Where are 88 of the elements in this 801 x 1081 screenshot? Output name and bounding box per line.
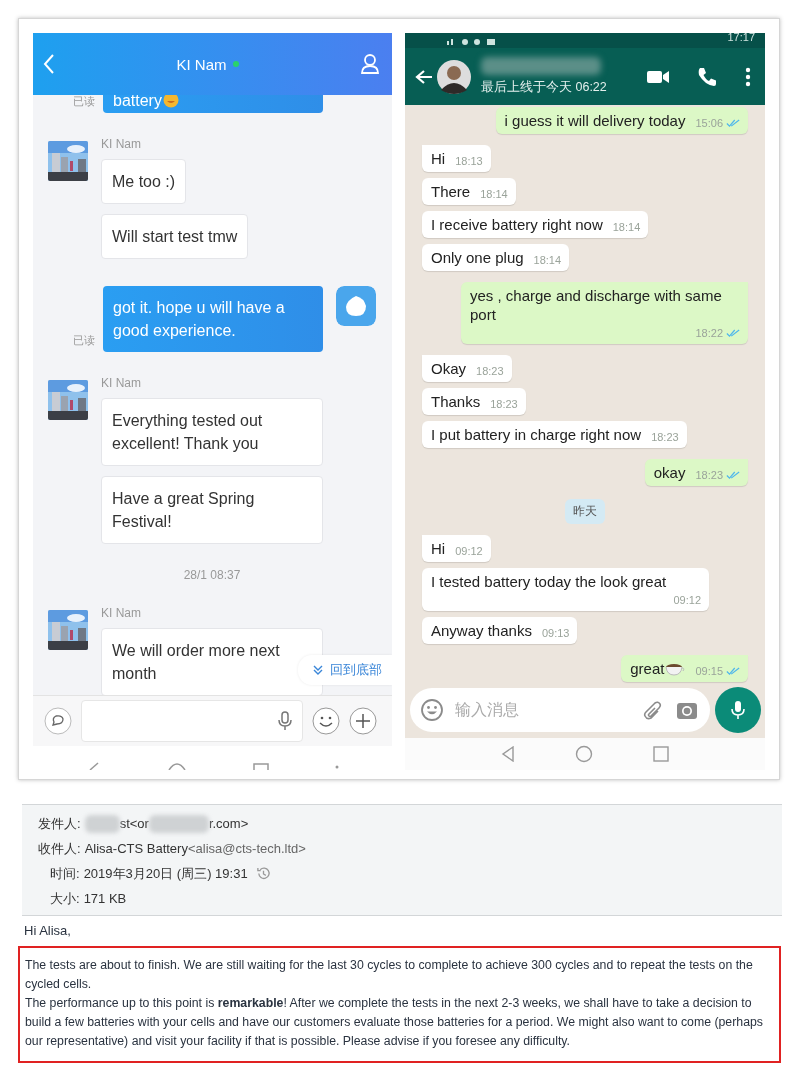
recents-nav-icon[interactable] <box>653 746 669 762</box>
sent-time: 2019年3月20日 (周三) 19:31 <box>83 865 248 883</box>
avatar-icon <box>336 286 376 326</box>
message-time: 15:06 <box>695 116 723 131</box>
input-placeholder: 输入消息 <box>455 699 520 720</box>
message-bubble: Anyway thanks 09:13 <box>422 617 578 644</box>
sender-name: KI Nam <box>101 606 141 620</box>
timestamp: 28/1 08:37 <box>183 568 241 582</box>
message-bubble: i guess it will delivery today 15:06 <box>495 107 748 134</box>
last-seen: 最后上线于今天 06:22 <box>481 79 608 96</box>
sender-name: KI Nam <box>101 376 141 390</box>
profile-icon[interactable] <box>360 53 380 75</box>
scroll-to-bottom-button[interactable]: 回到底部 <box>298 655 392 685</box>
message-bubble: Will start test tmw <box>101 214 249 259</box>
sender-name: KI Nam <box>101 137 141 151</box>
message-bubble: Okay 18:23 <box>422 355 512 382</box>
more-icon[interactable] <box>745 66 751 87</box>
message-bubble: I receive battery right now 18:14 <box>422 211 649 238</box>
emoji-icon[interactable] <box>312 707 340 735</box>
message-bubble: battery <box>103 95 323 113</box>
field-label: 时间: <box>50 865 80 883</box>
avatar-icon <box>437 59 471 94</box>
message-time: 09:12 <box>455 544 483 559</box>
redaction-mark <box>84 814 120 833</box>
message-bubble: yes , charge and discharge with same port 18:22 <box>461 282 748 344</box>
history-icon[interactable] <box>255 866 271 881</box>
redaction-mark <box>148 814 209 833</box>
message-bubble: Thanks 18:23 <box>422 388 526 415</box>
microphone-icon <box>731 700 745 720</box>
back-nav-icon[interactable] <box>501 746 515 762</box>
read-receipt: 已读 <box>73 95 95 109</box>
message-bubble: I put battery in charge right now 18:23 <box>422 421 687 448</box>
message-time: 18:23 <box>695 468 723 483</box>
message-time: 18:14 <box>480 187 508 202</box>
chat-bubble-icon[interactable] <box>44 707 72 735</box>
home-nav-icon[interactable] <box>575 745 593 763</box>
message-time: 09:15 <box>695 664 723 679</box>
recipient-name: Alisa-CTS Battery <box>84 840 188 858</box>
plus-icon[interactable] <box>349 707 377 735</box>
phone-icon[interactable] <box>697 66 717 87</box>
message-bubble: There 18:14 <box>422 178 516 205</box>
message-bubble: Only one plug 18:14 <box>422 244 570 271</box>
message-input-field[interactable]: 输入消息 <box>410 688 710 732</box>
message-time: 09:12 <box>673 593 701 608</box>
sender-fragment: st<or <box>119 815 149 833</box>
greeting: Hi Alisa, <box>24 923 72 938</box>
field-label: 发件人: <box>38 815 81 833</box>
microphone-icon[interactable] <box>278 711 292 731</box>
message-time: 18:13 <box>455 154 483 169</box>
message-bubble: Me too :) <box>101 159 187 204</box>
date-chip: 昨天 <box>565 499 605 524</box>
message-bubble: Have a great Spring Festival! <box>101 476 323 544</box>
email-paragraph: The performance up to this point is remarkable! After we complete the tests in the next 2-3 weeks, we shall have to take a decision to build a few batteries with your cells and have our customers evaluate those batteries for a period. We might also want to come (perhaps our representative) and visit your facility if that is possible. Please advise if you foresee any difficulty. <box>25 995 764 1050</box>
recipient-address: <alisa@cts-tech.ltd> <box>187 840 306 858</box>
message-bubble: Everything tested out excellent! Thank you <box>101 398 323 466</box>
message-time: 18:14 <box>533 253 562 268</box>
message-bubble: okay 18:23 <box>644 459 748 486</box>
back-arrow-icon[interactable] <box>415 68 433 85</box>
email-size: 171 KB <box>83 890 127 908</box>
message-input-field[interactable] <box>81 700 303 742</box>
sender-fragment: r.com> <box>208 815 249 833</box>
message-bubble: Hi 09:12 <box>422 535 491 562</box>
message-bubble: I tested battery today the look great 09:12 <box>422 568 709 611</box>
microphone-button[interactable] <box>715 687 761 733</box>
camera-icon[interactable] <box>676 700 698 720</box>
message-time: 18:14 <box>612 220 641 235</box>
chat-title: KI Nam <box>176 55 227 73</box>
message-time: 09:13 <box>541 626 570 641</box>
message-bubble: Hi 18:13 <box>422 145 491 172</box>
message-time: 18:23 <box>476 364 504 379</box>
double-chevron-icon <box>312 664 324 676</box>
message-time: 18:22 <box>695 326 723 341</box>
video-call-icon[interactable] <box>647 69 669 84</box>
emoji-icon[interactable] <box>421 699 443 721</box>
recents-nav-icon[interactable] <box>252 762 269 770</box>
message-bubble: We will order more next month <box>101 628 323 695</box>
paperclip-icon[interactable] <box>642 699 664 721</box>
home-nav-icon[interactable] <box>168 762 187 770</box>
read-receipt: 已读 <box>73 333 95 348</box>
message-time: 18:23 <box>490 397 518 412</box>
message-bubble: great 09:15 <box>621 655 748 682</box>
status-time: 17:17 <box>727 33 755 43</box>
field-label: 大小: <box>50 890 80 908</box>
message-time: 18:23 <box>651 430 679 445</box>
message-bubble: got it. hope u will have a good experience. <box>103 286 323 352</box>
field-label: 收件人: <box>38 840 81 858</box>
back-icon[interactable] <box>43 53 55 75</box>
email-paragraph: The tests are about to finish. We are still waiting for the last 30 cycles to complete to achieve 300 cycles and to repeat the tests on the cycled cells. <box>25 957 754 993</box>
